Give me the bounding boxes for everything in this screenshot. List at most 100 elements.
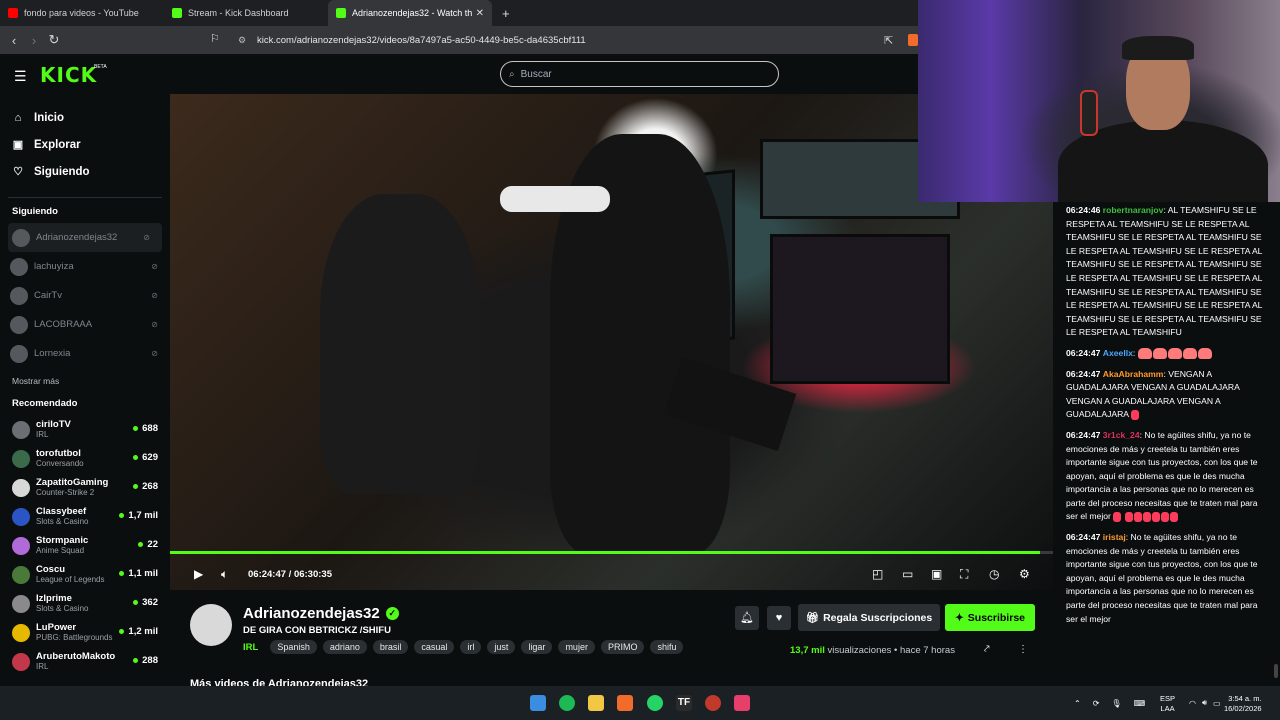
tiktok-icon[interactable] [734, 695, 750, 711]
chat-username[interactable]: iristaj [1103, 532, 1126, 542]
nav-item-siguiendo[interactable]: ♡ Siguiendo [12, 158, 158, 185]
chat-scrollbar[interactable] [1274, 664, 1278, 678]
show-more-link[interactable]: Mostrar más [0, 376, 170, 386]
site-info-icon[interactable]: ⚙ [238, 35, 246, 46]
chat-username[interactable]: robertnaranjov [1103, 205, 1164, 215]
close-tab-icon[interactable]: ✕ [476, 8, 484, 19]
channel-info: Adrianozendejas32 ✓ DE GIRA CON BBTRICKZ… [170, 590, 1053, 690]
nav-label: Explorar [34, 138, 81, 151]
kick-logo[interactable]: KICK [40, 63, 97, 87]
menu-icon[interactable]: ☰ [14, 68, 27, 85]
following-item[interactable]: lachuyiza ⊘ [0, 252, 170, 281]
tag-chip[interactable]: PRIMO [600, 640, 645, 654]
theater-mode-icon[interactable]: ▣ [931, 567, 942, 581]
tag-chip[interactable]: brasil [372, 640, 409, 654]
channel-name: Izlprime [36, 593, 72, 604]
share-page-icon[interactable]: ⇱ [884, 34, 893, 47]
tf-app-icon[interactable]: TF [676, 695, 692, 711]
following-item[interactable]: Lornexia ⊘ [0, 339, 170, 368]
input-language[interactable]: ESP LAA [1160, 694, 1175, 714]
recommended-item[interactable]: torofutbol Conversando 629 [0, 444, 170, 473]
bookmark-icon[interactable]: ⚐ [210, 32, 220, 45]
chat-username[interactable]: Axeellx [1103, 348, 1133, 358]
browser-tab-active[interactable]: Adrianozendejas32 - Watch th ✕ [328, 0, 492, 26]
webcam-person-hair [1122, 36, 1194, 60]
back-icon[interactable]: ‹ [4, 33, 24, 48]
avatar [12, 228, 30, 247]
more-options-icon[interactable]: ⋮ [1018, 644, 1028, 655]
recommended-item[interactable]: Classybeef Slots & Casino 1,7 mil [0, 502, 170, 531]
spotify-icon[interactable] [559, 695, 575, 711]
fullscreen-icon[interactable]: ⛶ [960, 567, 968, 582]
tag-chip[interactable]: mujer [558, 640, 595, 654]
miniplayer-icon[interactable]: ◰ [872, 567, 883, 581]
search-placeholder: Buscar [520, 68, 552, 80]
battery-icon[interactable]: ▭ [1213, 699, 1221, 708]
recommended-item[interactable]: Coscu League of Legends 1,1 mil [0, 560, 170, 589]
system-clock[interactable]: 3:54 a. m. 16/02/2026 [1224, 694, 1262, 714]
browser-tab[interactable]: fondo para videos - YouTube [0, 0, 164, 26]
brave-shield-icon[interactable] [908, 34, 918, 46]
recommended-item[interactable]: LuPower PUBG: Battlegrounds 1,2 mil [0, 618, 170, 647]
whatsapp-icon[interactable] [647, 695, 663, 711]
tag-chip[interactable]: shifu [650, 640, 684, 654]
search-input[interactable]: ⌕ Buscar [500, 61, 779, 87]
obs-icon[interactable] [705, 695, 721, 711]
notification-bell-button[interactable]: 🔔︎ [735, 606, 759, 630]
tag-chip[interactable]: ligar [521, 640, 553, 654]
recommended-item[interactable]: ciriloTV IRL 688 [0, 415, 170, 444]
show-hidden-icons[interactable]: ⌃ [1074, 699, 1081, 708]
new-tab-button[interactable]: + [492, 6, 520, 21]
settings-gear-icon[interactable]: ⚙ [1019, 567, 1030, 581]
nav-item-explorar[interactable]: ▣ Explorar [12, 131, 158, 158]
tag-chip[interactable]: adriano [322, 640, 367, 654]
recommended-text: Izlprime Slots & Casino [36, 593, 88, 614]
browser-tab[interactable]: Stream - Kick Dashboard [164, 0, 328, 26]
url-field[interactable]: kick.com/adrianozendejas32/videos/8a7497… [257, 35, 586, 46]
tag-chip[interactable]: casual [414, 640, 455, 654]
recommended-item[interactable]: Stormpanic Anime Squad 22 [0, 531, 170, 560]
tag-chip[interactable]: irl [460, 640, 482, 654]
chat-username[interactable]: AkaAbrahamm [1103, 369, 1164, 379]
channel-name[interactable]: Adrianozendejas32 [243, 605, 380, 622]
gift-icon: 🎁︎ [805, 612, 820, 624]
play-icon[interactable]: ▶ [194, 567, 203, 581]
following-name: CairTv [34, 290, 62, 301]
nav-item-inicio[interactable]: ⌂ Inicio [12, 104, 158, 131]
gift-subs-button[interactable]: 🎁︎ Regala Suscripciones [798, 604, 940, 631]
following-item[interactable]: CairTv ⊘ [0, 281, 170, 310]
chat-message: 06:24:47 iristaj: No te agüites shifu, y… [1066, 531, 1270, 626]
mic-tray-icon[interactable]: 🎙︎ [1111, 699, 1121, 708]
speaker-icon[interactable]: 🔊︎ [1202, 698, 1207, 708]
following-item[interactable]: LACOBRAAA ⊘ [0, 310, 170, 339]
recommended-item[interactable]: AruberutoMakoto IRL 288 [0, 647, 170, 676]
chat-username[interactable]: 3r1ck_24 [1103, 430, 1140, 440]
brave-browser-icon[interactable] [617, 695, 633, 711]
keyboard-icon[interactable]: ⌨ [1134, 699, 1146, 708]
tag-chip[interactable]: Spanish [270, 640, 317, 654]
volume-icon[interactable]: 🔈︎ [221, 567, 228, 582]
chat-message: 06:24:47 AkaAbrahamm: VENGAN A GUADALAJA… [1066, 368, 1270, 422]
reload-icon[interactable]: ↻ [44, 32, 64, 48]
speed-icon[interactable]: ◷ [989, 567, 999, 581]
recommended-item[interactable]: Izlprime Slots & Casino 362 [0, 589, 170, 618]
share-icon[interactable]: ⤤ [984, 644, 990, 655]
emote-icon [1152, 348, 1167, 360]
beta-badge: BETA [94, 64, 107, 70]
start-menu-icon[interactable] [530, 695, 546, 711]
wifi-icon[interactable]: ◠ [1189, 699, 1196, 708]
following-item[interactable]: Adrianozendejas32 ⊘ [8, 223, 162, 252]
file-explorer-icon[interactable] [588, 695, 604, 711]
tag-chip[interactable]: just [487, 640, 516, 654]
category-link[interactable]: IRL [243, 642, 258, 653]
channel-avatar[interactable] [190, 604, 232, 646]
subscribe-button[interactable]: ✦ Suscribirse [945, 604, 1035, 631]
clip-icon[interactable]: ▭ [902, 567, 913, 581]
follow-heart-button[interactable]: ♥ [767, 606, 791, 630]
avatar [12, 507, 30, 526]
recommended-item[interactable]: ZapatitoGaming Counter-Strike 2 268 [0, 473, 170, 502]
forward-icon[interactable]: › [24, 33, 44, 48]
video-progress-bar[interactable] [170, 551, 1053, 554]
viewer-count: 1,2 mil [119, 626, 158, 637]
sync-icon[interactable]: ⟳ [1093, 699, 1100, 708]
